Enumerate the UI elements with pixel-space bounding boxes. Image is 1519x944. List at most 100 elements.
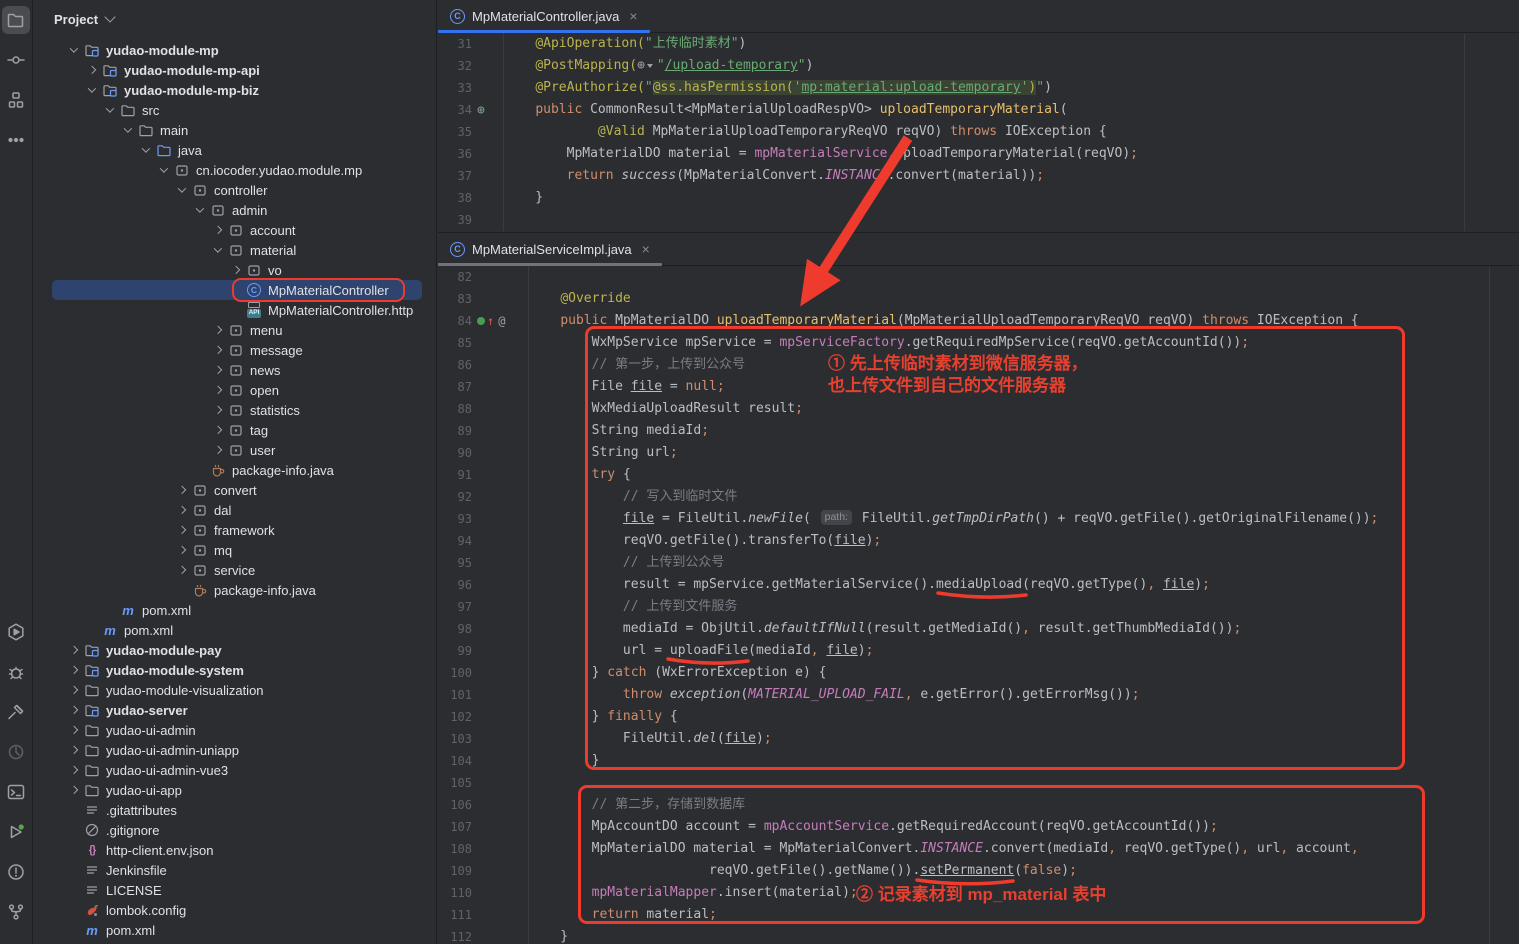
structure-icon[interactable] <box>2 86 30 114</box>
profiler-icon[interactable] <box>2 738 30 766</box>
chevron-down-icon[interactable] <box>173 181 191 199</box>
line-number[interactable]: 98 <box>438 618 472 640</box>
line-number[interactable]: 38 <box>438 187 472 209</box>
code-line-92[interactable]: 92 // 写入到临时文件 <box>438 486 1519 508</box>
code-line-93[interactable]: 93 file = FileUtil.newFile( path: FileUt… <box>438 508 1519 530</box>
tree-item-yudao-module-mp[interactable]: yudao-module-mp <box>34 40 436 60</box>
tree-item-cn-iocoder-yudao-module-mp[interactable]: cn.iocoder.yudao.module.mp <box>34 160 436 180</box>
chevron-right-icon[interactable] <box>65 761 83 779</box>
code-line-86[interactable]: 86 // 第一步，上传到公众号 <box>438 354 1519 376</box>
code-line-108[interactable]: 108 MpMaterialDO material = MpMaterialCo… <box>438 838 1519 860</box>
tree-item-package-info-java[interactable]: package-info.java <box>34 580 436 600</box>
tree-item-lombok-config[interactable]: lombok.config <box>34 900 436 920</box>
line-number[interactable]: 110 <box>438 882 472 904</box>
tree-item-convert[interactable]: convert <box>34 480 436 500</box>
run-icon[interactable] <box>2 618 30 646</box>
chevron-right-icon[interactable] <box>209 381 227 399</box>
chevron-right-icon[interactable] <box>173 561 191 579</box>
tree-item-yudao-ui-admin[interactable]: yudao-ui-admin <box>34 720 436 740</box>
code-line-106[interactable]: 106 // 第二步，存储到数据库 <box>438 794 1519 816</box>
code-line-101[interactable]: 101 throw exception(MATERIAL_UPLOAD_FAIL… <box>438 684 1519 706</box>
tree-item--gitattributes[interactable]: .gitattributes <box>34 800 436 820</box>
tree-item-main[interactable]: main <box>34 120 436 140</box>
line-number[interactable]: 109 <box>438 860 472 882</box>
tree-item-yudao-server[interactable]: yudao-server <box>34 700 436 720</box>
line-number[interactable]: 112 <box>438 926 472 944</box>
line-number[interactable]: 94 <box>438 530 472 552</box>
chevron-right-icon[interactable] <box>65 721 83 739</box>
line-number[interactable]: 87 <box>438 376 472 398</box>
tab-mpmaterialserviceimpl-java[interactable]: C MpMaterialServiceImpl.java × <box>438 233 662 265</box>
tab-mpmaterialcontroller-java[interactable]: C MpMaterialController.java × <box>438 0 650 32</box>
tree-item-yudao-ui-admin-uniapp[interactable]: yudao-ui-admin-uniapp <box>34 740 436 760</box>
tree-item-package-info-java[interactable]: package-info.java <box>34 460 436 480</box>
line-number[interactable]: 108 <box>438 838 472 860</box>
line-number[interactable]: 89 <box>438 420 472 442</box>
line-number[interactable]: 36 <box>438 143 472 165</box>
tree-item-jenkinsfile[interactable]: Jenkinsfile <box>34 860 436 880</box>
tree-item--gitignore[interactable]: .gitignore <box>34 820 436 840</box>
tree-item-material[interactable]: material <box>34 240 436 260</box>
line-number[interactable]: 39 <box>438 209 472 231</box>
tree-item-tag[interactable]: tag <box>34 420 436 440</box>
line-number[interactable]: 92 <box>438 486 472 508</box>
tree-item-pom-xml[interactable]: mpom.xml <box>34 620 436 640</box>
code-line-100[interactable]: 100 } catch (WxErrorException e) { <box>438 662 1519 684</box>
line-number[interactable]: 33 <box>438 77 472 99</box>
tree-item-mpmaterialcontroller[interactable]: CMpMaterialController <box>34 280 436 300</box>
code-line-105[interactable]: 105 <box>438 772 1519 794</box>
chevron-down-icon[interactable] <box>209 241 227 259</box>
line-number[interactable]: 86 <box>438 354 472 376</box>
code-line-103[interactable]: 103 FileUtil.del(file); <box>438 728 1519 750</box>
tree-item-yudao-ui-app[interactable]: yudao-ui-app <box>34 780 436 800</box>
chevron-down-icon[interactable] <box>119 121 137 139</box>
tree-item-pom-xml[interactable]: mpom.xml <box>34 920 436 940</box>
tree-item-admin[interactable]: admin <box>34 200 436 220</box>
editor-top-code[interactable]: 31 @ApiOperation("上传临时素材")32 @PostMappin… <box>438 33 1519 231</box>
code-line-85[interactable]: 85 WxMpService mpService = mpServiceFact… <box>438 332 1519 354</box>
code-line-34[interactable]: 34⊕ public CommonResult<MpMaterialUpload… <box>438 99 1519 121</box>
line-number[interactable]: 104 <box>438 750 472 772</box>
line-number[interactable]: 100 <box>438 662 472 684</box>
line-number[interactable]: 102 <box>438 706 472 728</box>
code-line-87[interactable]: 87 File file = null; <box>438 376 1519 398</box>
code-line-104[interactable]: 104 } <box>438 750 1519 772</box>
chevron-right-icon[interactable] <box>65 781 83 799</box>
tree-item-account[interactable]: account <box>34 220 436 240</box>
chevron-right-icon[interactable] <box>209 341 227 359</box>
chevron-right-icon[interactable] <box>227 261 245 279</box>
chevron-down-icon[interactable] <box>101 101 119 119</box>
line-number[interactable]: 88 <box>438 398 472 420</box>
commit-icon[interactable] <box>2 46 30 74</box>
line-number[interactable]: 84 <box>438 310 472 332</box>
code-line-110[interactable]: 110 mpMaterialMapper.insert(material); <box>438 882 1519 904</box>
chevron-right-icon[interactable] <box>65 641 83 659</box>
code-line-91[interactable]: 91 try { <box>438 464 1519 486</box>
tree-item-news[interactable]: news <box>34 360 436 380</box>
line-number[interactable]: 82 <box>438 266 472 288</box>
line-number[interactable]: 103 <box>438 728 472 750</box>
debug-icon[interactable] <box>2 658 30 686</box>
more-icon[interactable] <box>2 126 30 154</box>
line-number[interactable]: 97 <box>438 596 472 618</box>
tree-item-framework[interactable]: framework <box>34 520 436 540</box>
tree-item-statistics[interactable]: statistics <box>34 400 436 420</box>
line-number[interactable]: 95 <box>438 552 472 574</box>
terminal-icon[interactable] <box>2 778 30 806</box>
tree-item-pom-xml[interactable]: mpom.xml <box>34 600 436 620</box>
editor-bottom-code[interactable]: 8283 @Override84↑@ public MpMaterialDO u… <box>438 266 1519 944</box>
chevron-down-icon[interactable] <box>191 201 209 219</box>
globe-icon[interactable]: ⊕ <box>637 58 645 73</box>
problems-icon[interactable] <box>2 858 30 886</box>
tree-item-java[interactable]: java <box>34 140 436 160</box>
tree-item-http-client-env-json[interactable]: {}http-client.env.json <box>34 840 436 860</box>
services-icon[interactable] <box>2 818 30 846</box>
code-line-35[interactable]: 35 @Valid MpMaterialUploadTemporaryReqVO… <box>438 121 1519 143</box>
chevron-right-icon[interactable] <box>173 501 191 519</box>
line-number[interactable]: 31 <box>438 33 472 55</box>
chevron-right-icon[interactable] <box>173 541 191 559</box>
line-number[interactable]: 85 <box>438 332 472 354</box>
chevron-right-icon[interactable] <box>209 221 227 239</box>
tree-item-dal[interactable]: dal <box>34 500 436 520</box>
line-number[interactable]: 83 <box>438 288 472 310</box>
